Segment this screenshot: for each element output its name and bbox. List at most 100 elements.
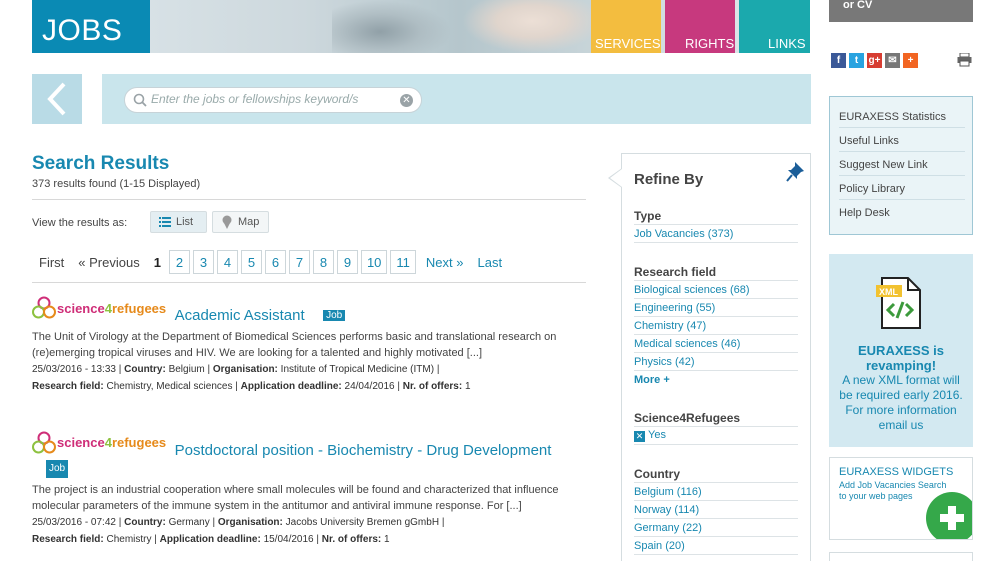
refine-title: Refine By xyxy=(634,171,704,188)
tab-rights[interactable]: RIGHTS xyxy=(665,0,735,53)
list-item: science4refugees Postdoctoral position -… xyxy=(32,431,586,548)
facet-item-country[interactable]: Spain (20) xyxy=(634,540,798,552)
science4refugees-logo: science4refugees xyxy=(32,296,166,320)
job-title-link[interactable]: Postdoctoral position - Biochemistry - D… xyxy=(175,442,552,459)
xml-promo[interactable]: XML EURAXESS is revamping! A new XML for… xyxy=(829,254,973,447)
tab-links[interactable]: LINKS xyxy=(739,0,810,53)
view-list-button[interactable]: List xyxy=(150,211,207,233)
back-button[interactable] xyxy=(32,74,82,124)
search-input[interactable] xyxy=(151,92,391,106)
facet-item-field[interactable]: Biological sciences (68) xyxy=(634,284,798,296)
job-badge: Job xyxy=(46,460,69,478)
print-icon[interactable] xyxy=(957,53,972,67)
facet-item-s4r[interactable]: ✕ Yes xyxy=(634,429,798,442)
job-meta: 25/03/2016 - 13:33 | Country: Belgium | … xyxy=(32,364,471,392)
pagination: First « Previous 1 2 3 4 5 6 7 8 9 10 11… xyxy=(32,250,516,274)
refine-panel: Refine By Type Job Vacancies (373) Resea… xyxy=(621,153,811,561)
side-links-box: EURAXESS Statistics Useful Links Suggest… xyxy=(829,96,973,235)
divider xyxy=(634,500,798,501)
rings-icon xyxy=(32,431,56,454)
facet-item-field[interactable]: Physics (42) xyxy=(634,356,798,368)
divider xyxy=(634,444,798,445)
job-description: The Unit of Virology at the Department o… xyxy=(32,331,557,359)
facet-item-field[interactable]: Engineering (55) xyxy=(634,302,798,314)
section-title-jobs: JOBS xyxy=(32,0,150,53)
pager-page[interactable]: 7 xyxy=(288,250,310,274)
search-box: ✕ xyxy=(124,87,422,113)
mail-icon[interactable]: ✉ xyxy=(885,53,900,68)
side-link-useful-links[interactable]: Useful Links xyxy=(839,135,965,152)
divider xyxy=(634,316,798,317)
svg-text:XML: XML xyxy=(879,287,899,297)
divider xyxy=(634,482,798,483)
facet-heading-research-field: Research field xyxy=(634,265,717,279)
side-link-suggest[interactable]: Suggest New Link xyxy=(839,159,965,176)
banner-photo-scientist xyxy=(462,0,602,53)
divider xyxy=(634,224,798,225)
view-map-button[interactable]: Map xyxy=(212,211,269,233)
divider xyxy=(32,199,586,200)
tab-services[interactable]: SERVICES xyxy=(591,0,661,53)
share-plus-icon[interactable]: + xyxy=(903,53,918,68)
facet-more-link[interactable]: More + xyxy=(634,374,798,386)
add-plus-icon[interactable] xyxy=(926,492,972,539)
panel-notch-inner xyxy=(610,169,622,187)
google-plus-icon[interactable]: g+ xyxy=(867,53,882,68)
pager-page[interactable]: 2 xyxy=(168,250,190,274)
list-icon xyxy=(159,217,171,227)
facet-item-country[interactable]: Belgium (116) xyxy=(634,486,798,498)
pager-page[interactable]: 3 xyxy=(192,250,214,274)
view-list-label: List xyxy=(176,216,194,228)
pager-page[interactable]: 6 xyxy=(264,250,286,274)
pin-icon[interactable] xyxy=(786,160,806,182)
clear-icon[interactable]: ✕ xyxy=(400,94,413,107)
twitter-icon[interactable]: t xyxy=(849,53,864,68)
map-pin-icon xyxy=(222,215,232,229)
facet-item-field[interactable]: Medical sciences (46) xyxy=(634,338,798,350)
widget-text: Add Job Vacancies Search to your web pag… xyxy=(839,480,947,501)
divider xyxy=(634,536,798,537)
divider xyxy=(634,352,798,353)
chevron-left-icon xyxy=(47,82,66,116)
widgets-promo[interactable]: EURAXESS WIDGETS Add Job Vacancies Searc… xyxy=(829,457,973,540)
job-title-link[interactable]: Academic Assistant xyxy=(175,307,305,324)
view-as-label: View the results as: xyxy=(32,217,128,229)
divider xyxy=(634,370,798,371)
divider xyxy=(634,518,798,519)
job-meta: 25/03/2016 - 07:42 | Country: Germany | … xyxy=(32,517,445,545)
divider xyxy=(634,426,798,427)
side-link-help-desk[interactable]: Help Desk xyxy=(839,207,965,223)
pager-next[interactable]: Next » xyxy=(426,255,464,270)
pager-page[interactable]: 8 xyxy=(312,250,334,274)
divider xyxy=(634,554,798,555)
cv-button[interactable]: or CV xyxy=(829,0,973,22)
job-badge: Job xyxy=(323,310,346,321)
facet-heading-type: Type xyxy=(634,209,662,223)
divider xyxy=(634,280,798,281)
pager-page[interactable]: 10 xyxy=(360,250,388,274)
job-description: The project is an industrial cooperation… xyxy=(32,484,559,512)
pager-first[interactable]: First xyxy=(39,255,64,270)
side-link-policy-library[interactable]: Policy Library xyxy=(839,183,965,200)
banner-photo-microscope xyxy=(332,0,452,53)
facet-item-type[interactable]: Job Vacancies (373) xyxy=(634,228,798,240)
pager-previous[interactable]: « Previous xyxy=(78,255,139,270)
pager-page[interactable]: 5 xyxy=(240,250,262,274)
side-link-statistics[interactable]: EURAXESS Statistics xyxy=(839,111,965,128)
list-item: science4refugees Academic Assistant Job … xyxy=(32,296,586,395)
pager-page[interactable]: 9 xyxy=(336,250,358,274)
divider xyxy=(32,282,586,283)
side-box-partial xyxy=(829,552,973,561)
facet-heading-country: Country xyxy=(634,467,680,481)
facebook-icon[interactable]: f xyxy=(831,53,846,68)
facet-item-country[interactable]: Norway (114) xyxy=(634,504,798,516)
checkbox-checked-icon[interactable]: ✕ xyxy=(634,431,645,442)
facet-item-field[interactable]: Chemistry (47) xyxy=(634,320,798,332)
facet-item-country[interactable]: Germany (22) xyxy=(634,522,798,534)
page-title: Search Results xyxy=(32,153,170,174)
pager-page[interactable]: 11 xyxy=(390,250,416,274)
social-share-bar: f t g+ ✉ + xyxy=(831,53,918,68)
facet-heading-science4refugees: Science4Refugees xyxy=(634,411,741,425)
pager-page[interactable]: 4 xyxy=(216,250,238,274)
pager-last[interactable]: Last xyxy=(477,255,502,270)
